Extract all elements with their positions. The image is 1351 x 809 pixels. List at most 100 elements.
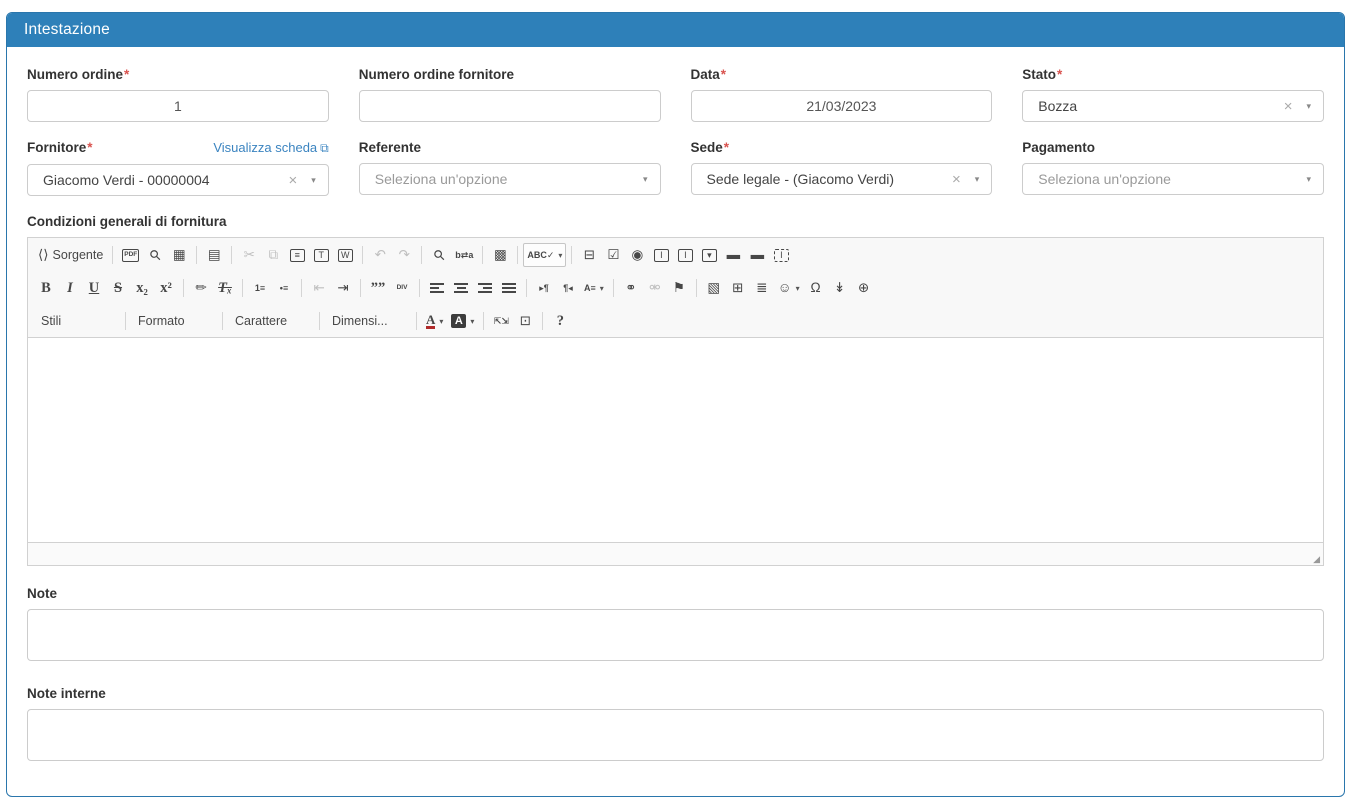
- find-button[interactable]: ⚲: [427, 243, 451, 267]
- align-center-button[interactable]: [449, 276, 473, 300]
- strikethrough-button[interactable]: S: [106, 276, 130, 300]
- radio-button-button[interactable]: ◉: [625, 243, 649, 267]
- text-field-icon: I: [654, 249, 669, 262]
- remove-format-icon: Tₓ: [218, 281, 232, 296]
- preview-button[interactable]: ⚲: [143, 243, 167, 267]
- text-direction-ltr-icon: ▸¶: [539, 284, 549, 293]
- chevron-down-icon[interactable]: ▾: [311, 176, 316, 185]
- bulleted-list-button[interactable]: •≡: [272, 276, 296, 300]
- text-color-button[interactable]: A▾: [422, 309, 447, 333]
- div-container-button[interactable]: DIV: [390, 276, 414, 300]
- text-field-button[interactable]: I: [649, 243, 673, 267]
- image-button-button[interactable]: ▬: [745, 243, 769, 267]
- styles-combo[interactable]: Stili: [34, 309, 120, 333]
- blockquote-button[interactable]: ””: [366, 276, 390, 300]
- link-icon: ⚭: [625, 281, 636, 295]
- resize-grip-icon[interactable]: ◢: [1313, 555, 1320, 564]
- label-text: Pagamento: [1022, 140, 1095, 155]
- chevron-down-icon[interactable]: ▾: [1306, 102, 1311, 111]
- sede-select-value: Sede legale - (Giacomo Verdi): [707, 171, 952, 187]
- italic-button[interactable]: I: [58, 276, 82, 300]
- hidden-field-button[interactable]: I: [769, 243, 793, 267]
- numero-ordine-fornitore-input[interactable]: [359, 90, 661, 122]
- paste-button[interactable]: ≡: [285, 243, 309, 267]
- format-combo[interactable]: Formato: [131, 309, 217, 333]
- note-textarea[interactable]: [27, 609, 1324, 661]
- visualizza-scheda-link[interactable]: Visualizza scheda⧉: [213, 140, 328, 156]
- bold-button[interactable]: B: [34, 276, 58, 300]
- label-text: Fornitore: [27, 140, 86, 155]
- smiley-button[interactable]: ☺▾: [774, 276, 804, 300]
- textarea-field-button[interactable]: I: [673, 243, 697, 267]
- text-direction-rtl-button[interactable]: ¶◂: [556, 276, 580, 300]
- required-marker: *: [721, 67, 726, 82]
- numero-ordine-input[interactable]: [27, 90, 329, 122]
- chevron-down-icon[interactable]: ▾: [643, 175, 648, 184]
- section-condizioni: Condizioni generali di fornitura ⟨⟩Sorge…: [27, 214, 1324, 566]
- align-right-button[interactable]: [473, 276, 497, 300]
- show-blocks-button[interactable]: ⊡: [513, 309, 537, 333]
- chevron-down-icon[interactable]: ▾: [975, 175, 980, 184]
- iframe-button[interactable]: ⊕: [852, 276, 876, 300]
- text-direction-ltr-button[interactable]: ▸¶: [532, 276, 556, 300]
- data-input[interactable]: [691, 90, 993, 122]
- copy-formatting-button[interactable]: ✏: [189, 276, 213, 300]
- toolbar-separator: [421, 246, 422, 264]
- toolbar-separator: [696, 279, 697, 297]
- panel-body: Numero ordine* Numero ordine fornitore D…: [7, 47, 1344, 796]
- form-button[interactable]: ⊟: [577, 243, 601, 267]
- referente-select[interactable]: Seleziona un'opzione ▾: [359, 163, 661, 195]
- superscript-button[interactable]: x²: [154, 276, 178, 300]
- remove-format-button[interactable]: Tₓ: [213, 276, 237, 300]
- table-button[interactable]: ⊞: [726, 276, 750, 300]
- paste-from-word-button[interactable]: W: [333, 243, 357, 267]
- clear-icon[interactable]: ×: [1284, 99, 1293, 114]
- replace-button[interactable]: b⇄a: [451, 243, 477, 267]
- spell-check-button[interactable]: ABC✓▾: [523, 243, 566, 267]
- indent-button[interactable]: ⇥: [331, 276, 355, 300]
- background-color-button[interactable]: A▾: [447, 309, 478, 333]
- sede-select[interactable]: Sede legale - (Giacomo Verdi) × ▾: [691, 163, 993, 195]
- spell-check-icon: ABC✓: [527, 251, 554, 260]
- checkbox-button[interactable]: ☑: [601, 243, 625, 267]
- about-button[interactable]: ?: [548, 309, 572, 333]
- link-button[interactable]: ⚭: [619, 276, 643, 300]
- export-pdf-button[interactable]: PDF: [118, 243, 143, 267]
- print-button[interactable]: ▦: [167, 243, 191, 267]
- subscript-button[interactable]: x₂: [130, 276, 154, 300]
- strikethrough-icon: S: [114, 281, 122, 296]
- horizontal-rule-button[interactable]: ≣: [750, 276, 774, 300]
- select-all-button[interactable]: ▩: [488, 243, 512, 267]
- copy-formatting-icon: ✏: [195, 281, 206, 295]
- fornitore-select[interactable]: Giacomo Verdi - 00000004 × ▾: [27, 164, 329, 196]
- align-left-button[interactable]: [425, 276, 449, 300]
- chevron-down-icon[interactable]: ▾: [1306, 175, 1311, 184]
- select-field-button[interactable]: ▾: [697, 243, 721, 267]
- condizioni-label: Condizioni generali di fornitura: [27, 214, 1324, 229]
- templates-button[interactable]: ▤: [202, 243, 226, 267]
- button-field-button[interactable]: ▬: [721, 243, 745, 267]
- font-combo[interactable]: Carattere: [228, 309, 314, 333]
- editor-content[interactable]: [28, 337, 1323, 542]
- stato-select[interactable]: Bozza × ▾: [1022, 90, 1324, 122]
- special-character-button[interactable]: Ω: [804, 276, 828, 300]
- image-button[interactable]: ▧: [702, 276, 726, 300]
- toolbar-separator: [526, 279, 527, 297]
- note-interne-textarea[interactable]: [27, 709, 1324, 761]
- page-break-button[interactable]: ↡: [828, 276, 852, 300]
- anchor-button[interactable]: ⚑: [667, 276, 691, 300]
- source-button[interactable]: ⟨⟩Sorgente: [34, 243, 107, 267]
- dropdown-caret-icon: ▾: [470, 317, 474, 326]
- paste-from-word-icon: W: [338, 249, 353, 262]
- underline-button[interactable]: U: [82, 276, 106, 300]
- maximize-button[interactable]: ⇱⇲: [489, 309, 513, 333]
- paste-as-text-button[interactable]: T: [309, 243, 333, 267]
- numbered-list-button[interactable]: 1≡: [248, 276, 272, 300]
- clear-icon[interactable]: ×: [288, 173, 297, 188]
- language-button[interactable]: A≡▾: [580, 276, 608, 300]
- font-size-combo[interactable]: Dimensi...: [325, 309, 411, 333]
- align-justify-button[interactable]: [497, 276, 521, 300]
- templates-icon: ▤: [208, 248, 221, 262]
- pagamento-select[interactable]: Seleziona un'opzione ▾: [1022, 163, 1324, 195]
- clear-icon[interactable]: ×: [952, 172, 961, 187]
